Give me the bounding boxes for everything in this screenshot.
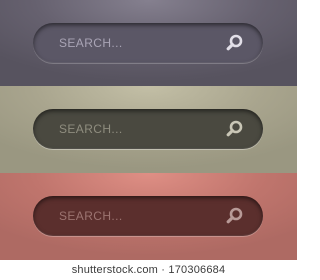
- watermark-text: shutterstock.com · 170306684: [71, 264, 226, 276]
- search-placeholder: SEARCH...: [59, 36, 123, 50]
- watermark-bar: shutterstock.com · 170306684: [0, 260, 297, 280]
- search-field-khaki[interactable]: SEARCH...: [33, 109, 263, 149]
- search-icon[interactable]: [225, 119, 245, 139]
- search-panel-purple: SEARCH...: [0, 0, 297, 86]
- search-field-purple[interactable]: SEARCH...: [33, 23, 263, 63]
- search-field-red[interactable]: SEARCH...: [33, 196, 263, 236]
- search-icon[interactable]: [225, 206, 245, 226]
- search-panel-red: SEARCH...: [0, 173, 297, 260]
- search-icon[interactable]: [225, 33, 245, 53]
- search-placeholder: SEARCH...: [59, 209, 123, 223]
- search-placeholder: SEARCH...: [59, 122, 123, 136]
- search-panel-khaki: SEARCH...: [0, 86, 297, 173]
